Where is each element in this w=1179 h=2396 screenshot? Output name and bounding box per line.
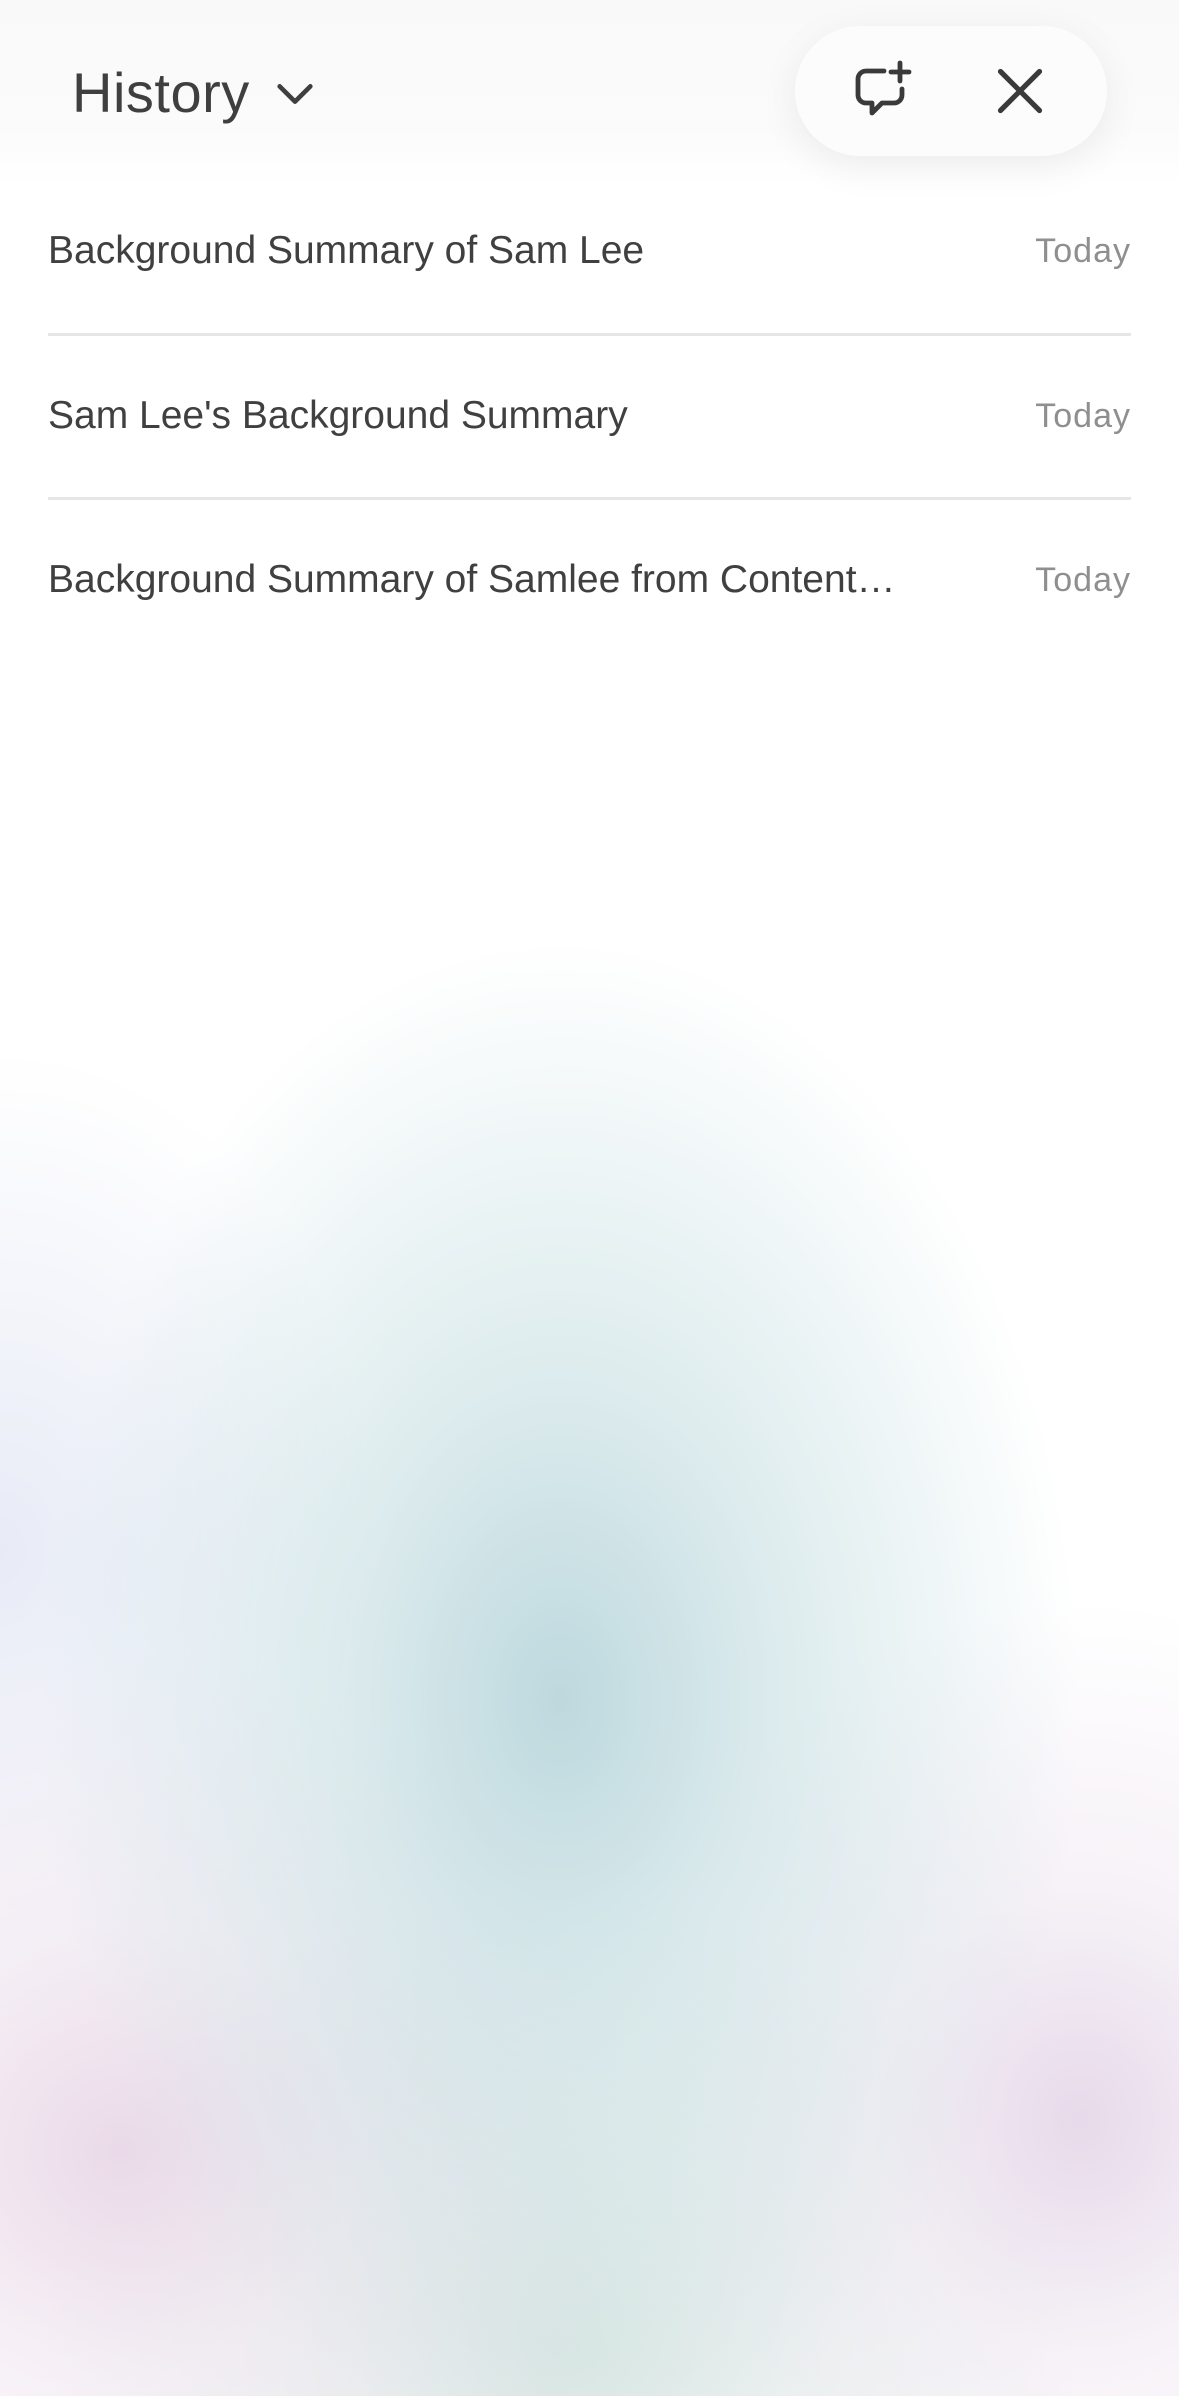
history-list: Background Summary of Sam Lee Today Sam … <box>48 185 1131 664</box>
history-header: History <box>0 0 1179 185</box>
history-item-title: Background Summary of Sam Lee <box>48 229 645 272</box>
history-item-title: Sam Lee's Background Summary <box>48 394 628 437</box>
chevron-down-icon <box>277 84 313 104</box>
history-item[interactable]: Background Summary of Sam Lee Today <box>48 185 1131 336</box>
page-title: History <box>72 60 250 124</box>
history-dropdown[interactable]: History <box>72 56 318 128</box>
history-item-date: Today <box>1035 561 1131 599</box>
chat-plus-icon <box>855 60 912 116</box>
history-item-date: Today <box>1035 397 1131 435</box>
history-item[interactable]: Sam Lee's Background Summary Today <box>48 336 1131 500</box>
new-chat-button[interactable] <box>835 44 929 138</box>
header-actions <box>795 26 1107 156</box>
history-item[interactable]: Background Summary of Samlee from Conten… <box>48 500 1131 664</box>
history-item-title: Background Summary of Samlee from Conten… <box>48 558 896 601</box>
close-button[interactable] <box>973 44 1067 138</box>
history-item-date: Today <box>1035 232 1131 270</box>
close-icon <box>997 68 1043 114</box>
